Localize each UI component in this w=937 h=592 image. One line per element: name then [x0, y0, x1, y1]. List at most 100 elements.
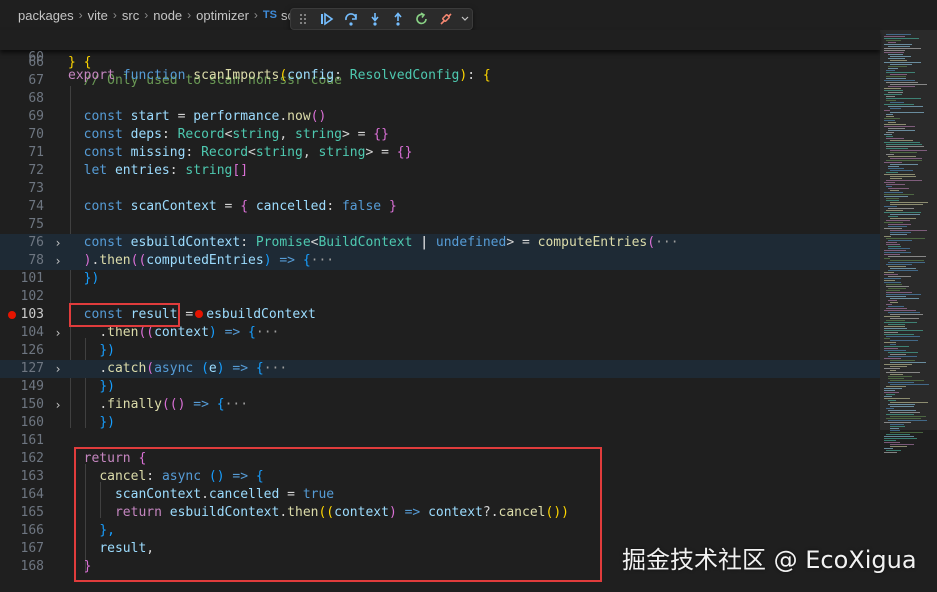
minimap-line [890, 344, 896, 345]
minimap-line [888, 276, 911, 277]
minimap-line [890, 230, 927, 231]
restart-icon[interactable] [410, 8, 434, 30]
minimap-line [886, 200, 899, 201]
minimap-line [890, 416, 926, 417]
minimap-line [888, 46, 910, 47]
minimap-line [886, 408, 894, 409]
minimap-line [888, 420, 927, 421]
minimap-line [890, 112, 924, 113]
minimap-line [884, 194, 914, 195]
minimap-line [884, 310, 916, 311]
inline-breakpoint-icon[interactable] [195, 309, 204, 318]
breadcrumb-item-optimizer[interactable]: optimizer [196, 8, 249, 23]
minimap-line [884, 182, 895, 183]
minimap-line [886, 336, 920, 337]
minimap-line [890, 412, 920, 413]
minimap-line [888, 128, 905, 129]
minimap-line [886, 98, 921, 99]
minimap-line [884, 368, 900, 369]
line-number: 71 [28, 145, 44, 160]
minimap-line [886, 198, 899, 199]
minimap-line [888, 188, 909, 189]
annotation-box-result [69, 303, 180, 327]
minimap-line [890, 202, 928, 203]
minimap-line [884, 442, 900, 443]
breadcrumb-item-node[interactable]: node [153, 8, 182, 23]
minimap-line [886, 138, 904, 139]
minimap-line [884, 390, 895, 391]
minimap-line [890, 150, 927, 151]
minimap[interactable] [880, 30, 937, 592]
minimap-line [888, 92, 903, 93]
breadcrumb-item-packages[interactable]: packages [18, 8, 74, 23]
minimap-line [890, 314, 923, 315]
minimap-line [890, 214, 920, 215]
breadcrumb-item-vite[interactable]: vite [88, 8, 108, 23]
minimap-line [890, 362, 926, 363]
minimap-line [886, 296, 906, 297]
minimap-line [890, 426, 905, 427]
step-over-icon[interactable] [339, 8, 363, 30]
minimap-line [886, 244, 900, 245]
minimap-line [890, 64, 912, 65]
minimap-line [888, 156, 916, 157]
step-into-icon[interactable] [363, 8, 387, 30]
minimap-line [888, 376, 912, 377]
minimap-line [884, 440, 896, 441]
minimap-line [884, 36, 905, 37]
minimap-line [884, 278, 901, 279]
sticky-scroll-header[interactable]: 60 export function scanImports(config: R… [0, 30, 880, 83]
minimap-line [884, 422, 911, 423]
fold-chevron-icon[interactable]: › [52, 360, 64, 378]
minimap-line [884, 272, 894, 273]
chevron-down-icon[interactable] [458, 8, 472, 30]
minimap-line [890, 176, 916, 177]
minimap-line [886, 70, 895, 71]
minimap-line [890, 190, 899, 191]
minimap-line [886, 394, 895, 395]
drag-handle-icon[interactable] [291, 8, 315, 30]
minimap-line [886, 292, 912, 293]
minimap-line [888, 216, 898, 217]
breadcrumb-item-src[interactable]: src [122, 8, 139, 23]
minimap-line [886, 372, 920, 373]
minimap-line [890, 444, 914, 445]
minimap-line [884, 192, 903, 193]
minimap-line [888, 240, 912, 241]
minimap-line [886, 386, 906, 387]
minimap-line [890, 380, 924, 381]
continue-icon[interactable] [315, 8, 339, 30]
minimap-line [890, 406, 914, 407]
minimap-line [890, 302, 898, 303]
line-number: 101 [20, 271, 44, 286]
minimap-line [884, 334, 914, 335]
minimap-line [884, 52, 904, 53]
fold-chevron-icon[interactable]: › [52, 324, 64, 342]
minimap-line [890, 140, 913, 141]
minimap-line [886, 96, 895, 97]
minimap-line [890, 108, 901, 109]
line-number: 73 [28, 181, 44, 196]
minimap-line [886, 34, 911, 35]
fold-chevron-icon[interactable]: › [52, 396, 64, 414]
minimap-line [884, 110, 890, 111]
step-out-icon[interactable] [387, 8, 411, 30]
disconnect-icon[interactable] [434, 8, 458, 30]
watermark: 掘金技术社区 @ EcoXigua [622, 546, 917, 574]
minimap-line [890, 218, 916, 219]
minimap-line [886, 72, 915, 73]
minimap-line [884, 338, 890, 339]
line-number: 60 [28, 50, 44, 65]
minimap-line [888, 256, 926, 257]
fold-chevron-icon[interactable]: › [52, 234, 64, 252]
chevron-right-icon: › [187, 8, 192, 22]
minimap-line [888, 382, 914, 383]
minimap-line [888, 86, 915, 87]
minimap-line [884, 398, 910, 399]
minimap-line [884, 236, 891, 237]
fold-chevron-icon[interactable]: › [52, 252, 64, 270]
minimap-line [890, 432, 923, 433]
line-number: 162 [20, 451, 44, 466]
minimap-line [884, 88, 901, 89]
chevron-right-icon: › [144, 8, 149, 22]
